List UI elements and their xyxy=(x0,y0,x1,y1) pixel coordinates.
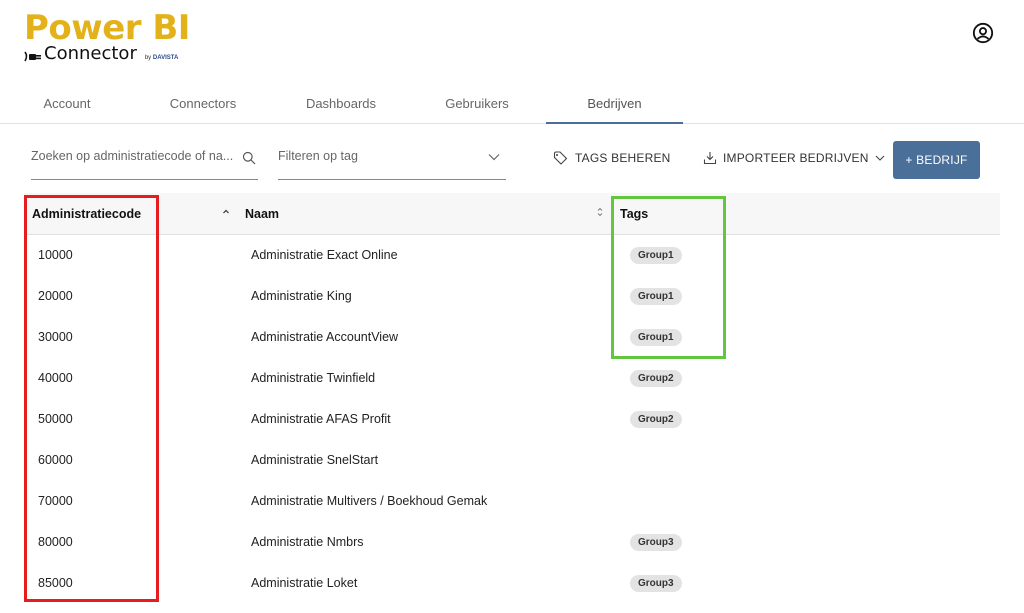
table-row[interactable]: 50000 Administratie AFAS Profit Group2 xyxy=(24,399,1000,440)
cell-code: 20000 xyxy=(38,289,73,303)
tag-badge: Group2 xyxy=(630,411,682,428)
search-field xyxy=(31,143,258,180)
cell-name: Administratie King xyxy=(251,289,352,303)
plug-icon xyxy=(24,51,41,62)
tag-filter-select[interactable]: Filteren op tag xyxy=(278,143,506,180)
manage-tags-label: TAGS BEHEREN xyxy=(575,151,671,165)
table-row[interactable]: 20000 Administratie King Group1 xyxy=(24,276,1000,317)
cell-code: 30000 xyxy=(38,330,73,344)
import-companies-label: IMPORTEER BEDRIJVEN xyxy=(723,151,869,165)
app-logo: Power BI Connector by DAVISTA xyxy=(24,10,190,64)
sort-ascending-icon[interactable] xyxy=(222,207,230,217)
tab-connectors[interactable]: Connectors xyxy=(150,86,256,124)
tag-badge: Group1 xyxy=(630,247,682,264)
tag-badge: Group3 xyxy=(630,575,682,592)
chevron-down-icon xyxy=(875,155,884,161)
cell-code: 40000 xyxy=(38,371,73,385)
cell-code: 70000 xyxy=(38,494,73,508)
search-input[interactable] xyxy=(31,143,236,163)
table-row[interactable]: 80000 Administratie Nmbrs Group3 xyxy=(24,522,1000,563)
table-row[interactable]: 60000 Administratie SnelStart xyxy=(24,440,1000,481)
cell-name: Administratie AccountView xyxy=(251,330,399,344)
add-company-button[interactable]: + BEDRIJF xyxy=(893,141,980,179)
cell-code: 10000 xyxy=(38,248,73,262)
table-row[interactable]: 10000 Administratie Exact Online Group1 xyxy=(24,235,1000,276)
cell-name: Administratie Nmbrs xyxy=(251,535,364,549)
tab-gebruikers[interactable]: Gebruikers xyxy=(424,86,530,124)
cell-name: Administratie SnelStart xyxy=(251,453,379,467)
cell-name: Administratie AFAS Profit xyxy=(251,412,391,426)
column-header-tags[interactable]: Tags xyxy=(620,193,648,235)
column-header-name[interactable]: Naam xyxy=(245,193,279,235)
table-header: Administratiecode Naam Tags xyxy=(24,193,1000,235)
logo-title: Power BI xyxy=(24,8,190,48)
user-circle-icon[interactable] xyxy=(972,22,994,44)
tag-badge: Group3 xyxy=(630,534,682,551)
cell-name: Administratie Exact Online xyxy=(251,248,398,262)
companies-table: Administratiecode Naam Tags 10000 Admini… xyxy=(24,193,1000,604)
tag-badge: Group2 xyxy=(630,370,682,387)
cell-code: 60000 xyxy=(38,453,73,467)
logo-subtitle: Connector xyxy=(44,43,137,64)
cell-code: 85000 xyxy=(38,576,73,590)
cell-name: Administratie Multivers / Boekhoud Gemak xyxy=(251,494,488,508)
manage-tags-button[interactable]: TAGS BEHEREN xyxy=(553,151,671,165)
cell-name: Administratie Twinfield xyxy=(251,371,376,385)
chevron-down-icon xyxy=(488,154,500,161)
import-icon xyxy=(703,152,717,165)
tag-badge: Group1 xyxy=(630,288,682,305)
tag-icon xyxy=(553,151,568,165)
table-row[interactable]: 70000 Administratie Multivers / Boekhoud… xyxy=(24,481,1000,522)
table-row[interactable]: 40000 Administratie Twinfield Group2 xyxy=(24,358,1000,399)
import-companies-button[interactable]: IMPORTEER BEDRIJVEN xyxy=(703,151,885,165)
cell-code: 80000 xyxy=(38,535,73,549)
tab-bedrijven[interactable]: Bedrijven xyxy=(546,86,683,124)
search-icon[interactable] xyxy=(242,151,256,165)
table-row[interactable]: 85000 Administratie Loket Group3 xyxy=(24,563,1000,604)
logo-byline: by DAVISTA xyxy=(145,55,178,61)
tag-badge: Group1 xyxy=(630,329,682,346)
tag-filter-placeholder: Filteren op tag xyxy=(278,149,358,163)
logo-brand: DAVISTA xyxy=(152,55,179,61)
logo-by-text: by xyxy=(144,55,152,61)
sort-icon[interactable] xyxy=(596,207,604,217)
tab-dashboards[interactable]: Dashboards xyxy=(288,86,394,124)
tab-account[interactable]: Account xyxy=(14,86,120,124)
cell-code: 50000 xyxy=(38,412,73,426)
cell-name: Administratie Loket xyxy=(251,576,358,590)
table-row[interactable]: 30000 Administratie AccountView Group1 xyxy=(24,317,1000,358)
nav-tabs: Account Connectors Dashboards Gebruikers… xyxy=(0,86,1024,124)
column-header-code[interactable]: Administratiecode xyxy=(32,193,141,235)
